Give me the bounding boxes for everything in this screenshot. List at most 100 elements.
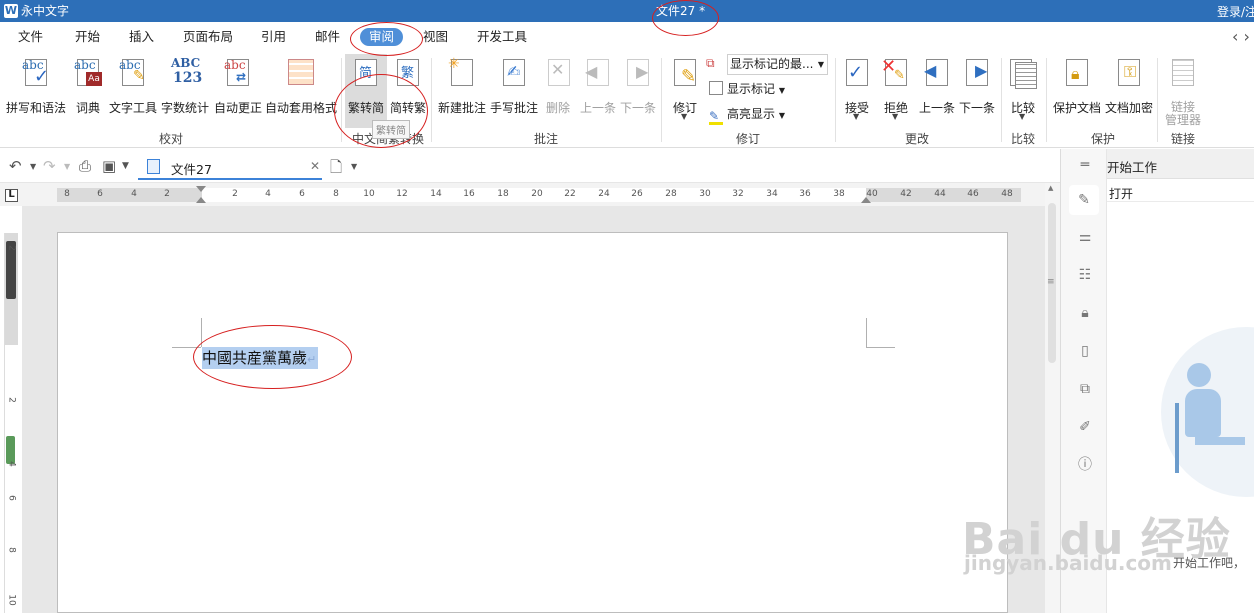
new-document-icon[interactable]: 🗋︎ (330, 157, 342, 182)
word-count-button[interactable]: ABC 123 字数统计 (160, 54, 210, 116)
new-comment-icon: ✳ (446, 56, 478, 90)
chevron-down-icon[interactable]: ▼ (64, 162, 70, 171)
highlighter-icon: ✎ (709, 110, 723, 125)
sliders-icon[interactable]: ⚌ (1077, 229, 1093, 245)
menu-home[interactable]: 开始 (75, 29, 100, 45)
clipboard-icon[interactable]: ▯ (1077, 343, 1093, 359)
track-changes-button[interactable]: ✎ 修订 ▼ (668, 54, 702, 121)
open-link[interactable]: 打开 (1109, 185, 1133, 202)
ruler-number: 2 (232, 189, 238, 199)
crop-mark (866, 318, 867, 347)
encrypt-document-label: 文档加密 (1104, 101, 1153, 115)
note-edit-icon[interactable]: ✐ (1077, 419, 1093, 435)
task-pane-header: 开始工作 (1107, 149, 1254, 179)
undo-icon[interactable]: ↶ (9, 157, 22, 175)
prev-change-button[interactable]: ◀ 上一条 (917, 54, 957, 116)
ruler-number: 24 (598, 189, 610, 199)
autocorrect-button[interactable]: abc ⇄ 自动更正 (212, 54, 264, 116)
ruler-number: 14 (430, 189, 442, 199)
link-manager-button[interactable]: 链接 管理器 (1162, 54, 1204, 127)
text-tools-button[interactable]: abc ✎ 文字工具 (108, 54, 158, 116)
protect-document-button[interactable]: 🔒︎ 保护文档 (1051, 54, 1103, 116)
save-icon[interactable]: ▣ (102, 157, 116, 175)
simplified-to-traditional-button[interactable]: 繁 简转繁 (388, 54, 428, 116)
next-change-button[interactable]: ▶ 下一条 (957, 54, 997, 116)
next-change-icon: ▶ (961, 56, 993, 90)
customize-toolbar-icon[interactable]: ▼ (122, 161, 129, 171)
login-link[interactable]: 登录/注 (1217, 3, 1254, 20)
redo-icon[interactable]: ↷ (43, 157, 56, 175)
next-comment-button[interactable]: ▶ 下一条 (619, 54, 657, 116)
ruler-number: 4 (6, 461, 17, 467)
horizontal-ruler[interactable]: 8 6 4 2 2 4 6 8 10 12 14 16 18 20 22 24 26 28 30 32 34 36 38 40… (57, 186, 1021, 203)
chevron-down-icon: ▼ (817, 60, 824, 69)
spelling-grammar-button[interactable]: abc ✓ 拼写和语法 (4, 54, 68, 116)
traditional-to-simplified-button[interactable]: 简 繁转简 (345, 54, 387, 128)
encrypt-document-button[interactable]: ⚿ 文档加密 (1104, 54, 1154, 116)
menu-file[interactable]: 文件 (18, 29, 43, 45)
compare-button[interactable]: 比较 ▼ (1005, 54, 1041, 121)
group-separator (1046, 58, 1047, 142)
ruler-number: 8 (64, 189, 70, 199)
link-manager-label: 链接 管理器 (1164, 100, 1201, 127)
menu-insert[interactable]: 插入 (129, 29, 154, 45)
highlight-button[interactable]: ✎ 高亮显示 ▼ (709, 105, 785, 125)
scroll-up-icon[interactable]: ▲ (1048, 184, 1053, 192)
document-page[interactable] (57, 232, 1008, 613)
autocorrect-icon: abc ⇄ (222, 56, 254, 90)
group-compare-label: 比较 (1011, 132, 1036, 146)
menu-view[interactable]: 视图 (423, 29, 448, 45)
menu-developer[interactable]: 开发工具 (477, 29, 527, 45)
dictionary-button[interactable]: abc Aa 词典 (70, 54, 106, 116)
accept-button[interactable]: ✓ 接受 ▼ (840, 54, 874, 121)
ruler-number: 30 (699, 189, 711, 199)
ruler-number: 4 (265, 189, 271, 199)
chevron-down-icon[interactable]: ▼ (351, 162, 357, 171)
menu-review[interactable]: 审阅 (360, 28, 404, 46)
selected-text[interactable]: 中國共産黨萬歲↵ (202, 347, 319, 369)
prev-change-icon: ◀ (921, 56, 953, 90)
vertical-ruler[interactable]: 2 2 4 6 8 10 (4, 233, 18, 613)
structure-icon[interactable]: ☷ (1077, 267, 1093, 283)
handwritten-comment-icon: ✍ (498, 56, 530, 90)
close-icon[interactable]: ✕ (310, 159, 320, 173)
delete-comment-button[interactable]: ✕ 删除 (543, 54, 573, 116)
prev-comment-button[interactable]: ◀ 上一条 (579, 54, 617, 116)
ruler-number: 2 (164, 189, 170, 199)
menu-icon[interactable]: ═ (1077, 157, 1093, 173)
new-comment-button[interactable]: ✳ 新建批注 (436, 54, 488, 116)
ruler-number: 10 (6, 594, 17, 606)
reject-button[interactable]: ✕ ✎ 拒绝 ▼ (879, 54, 913, 121)
handwritten-comment-button[interactable]: ✍ 手写批注 (489, 54, 539, 116)
show-markup-button[interactable]: 显示标记 ▼ (709, 80, 785, 98)
markup-display-select[interactable]: 显示标记的最... ▼ (727, 54, 828, 75)
window-doc-title: 文件27 * (656, 4, 706, 18)
ruler-number: 10 (363, 189, 375, 199)
menu-page-layout[interactable]: 页面布局 (183, 29, 233, 45)
help-icon[interactable]: ⓘ (1077, 457, 1093, 473)
document-tab[interactable]: 文件27 ✕ (138, 152, 322, 180)
document-tab-label: 文件27 (171, 162, 212, 177)
ruler-number: 2 (6, 245, 17, 251)
encrypt-document-icon: ⚿ (1113, 56, 1145, 90)
delete-comment-label: 删除 (545, 101, 570, 115)
tab-stop-selector[interactable]: L (5, 189, 18, 202)
traditional-to-simplified-label: 繁转简 (347, 101, 384, 115)
autoformat-label: 自动套用格式 (264, 101, 337, 115)
lock-icon[interactable]: 🔒︎ (1077, 305, 1093, 321)
menu-mailings[interactable]: 邮件 (315, 29, 340, 45)
print-preview-icon[interactable]: ⎙ (79, 157, 91, 175)
text-tools-label: 文字工具 (108, 101, 157, 115)
ribbon-scroll-icon[interactable]: ‹ › (1232, 27, 1250, 46)
ruler-number: 16 (463, 189, 475, 199)
prev-comment-label: 上一条 (579, 101, 616, 115)
ribbon: abc ✓ 拼写和语法 abc Aa 词典 abc ✎ 文字工具 ABC 123 字数统… (0, 52, 1254, 148)
copy-icon[interactable]: ⧉ (1077, 381, 1093, 397)
autoformat-button[interactable]: 自动套用格式 (264, 54, 338, 116)
menu-references[interactable]: 引用 (261, 29, 286, 45)
autocorrect-label: 自动更正 (213, 101, 262, 115)
protect-document-label: 保护文档 (1052, 101, 1101, 115)
ruler-number: 40 (866, 189, 878, 199)
edit-icon[interactable]: ✎ (1069, 185, 1099, 215)
chevron-down-icon[interactable]: ▼ (30, 162, 36, 171)
